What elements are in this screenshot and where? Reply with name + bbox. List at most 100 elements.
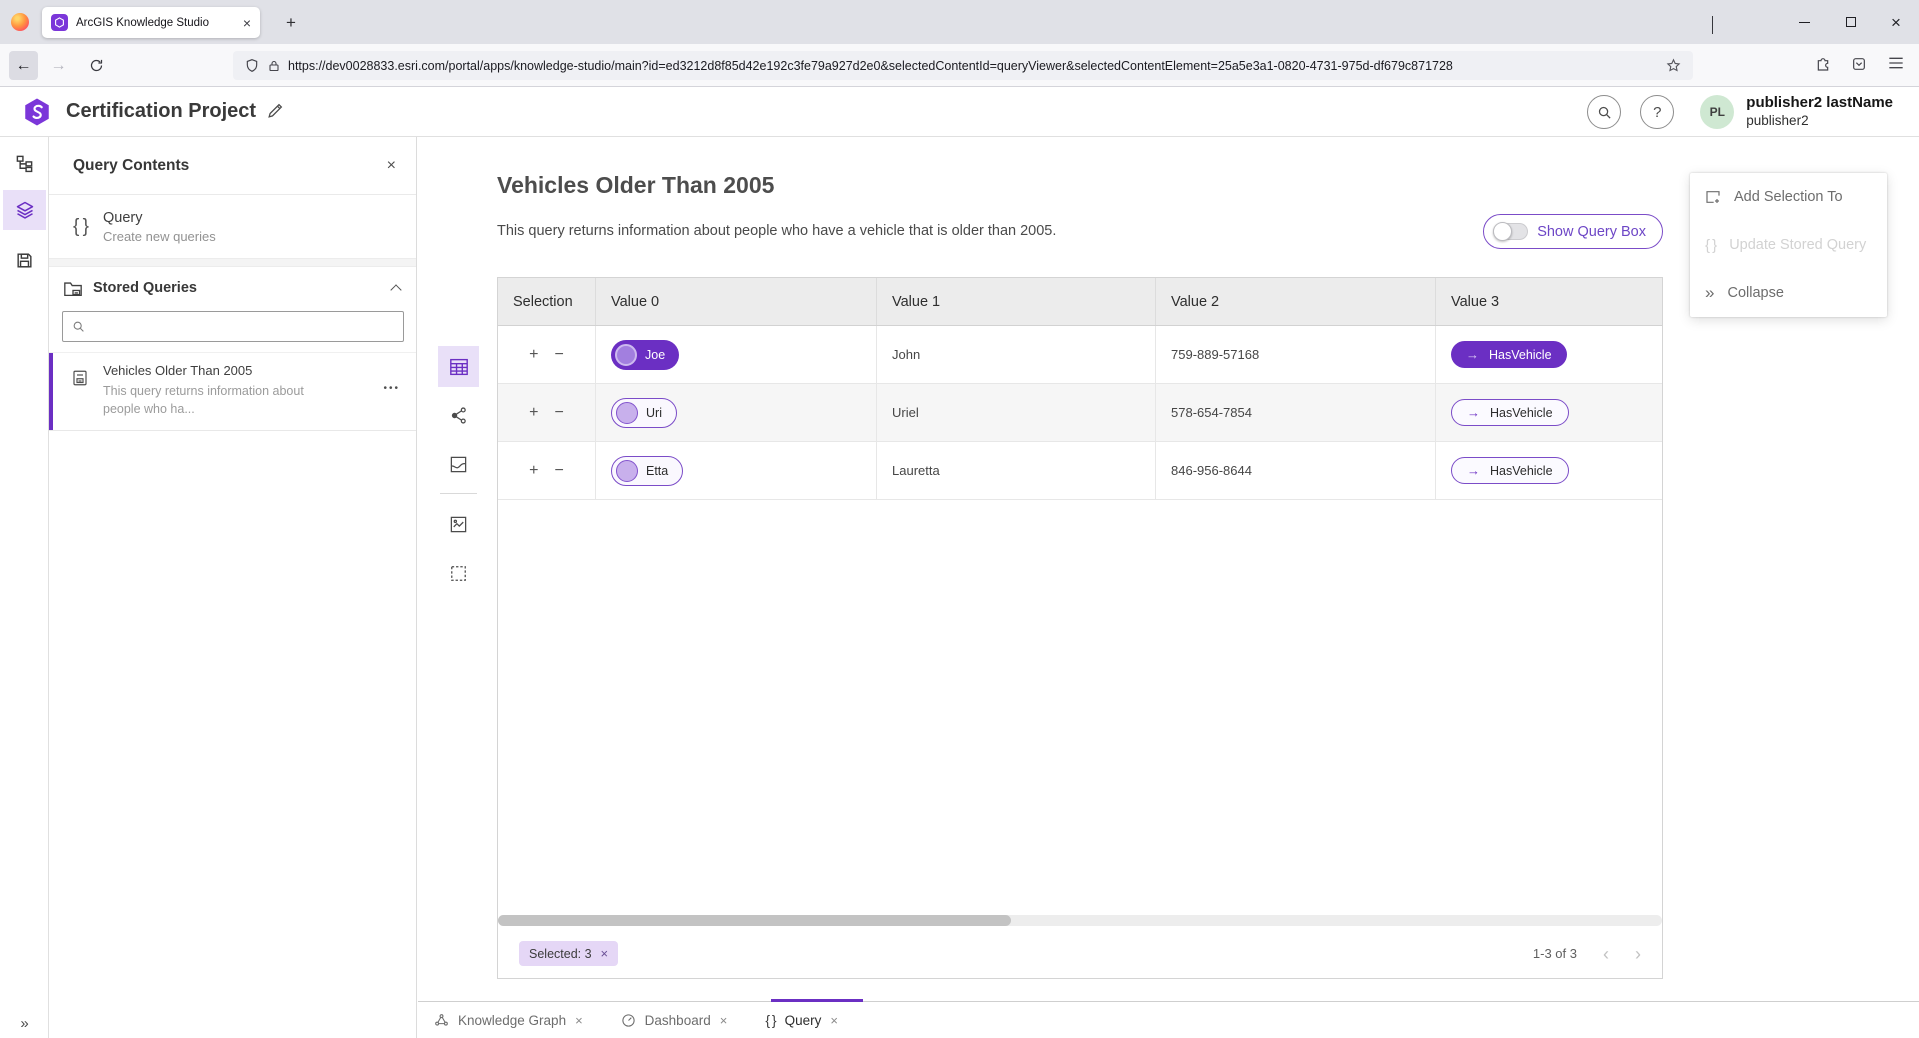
collapse-section-icon[interactable] [390,284,401,295]
tracking-shield-icon[interactable] [245,58,259,73]
horizontal-scrollbar[interactable] [498,915,1662,926]
column-header[interactable]: Selection [498,278,596,325]
relationship-label: HasVehicle [1490,464,1553,478]
entity-pill[interactable]: Joe [611,340,679,370]
save-to-pocket-icon[interactable] [1851,56,1867,72]
menu-item-collapse[interactable]: » Collapse [1690,269,1887,317]
user-name: publisher2 lastName [1746,94,1893,113]
edit-title-icon[interactable] [266,101,285,120]
selected-count-chip[interactable]: Selected: 3 × [519,941,618,966]
table-view-icon[interactable] [438,346,479,387]
previous-page-icon[interactable]: ‹ [1603,945,1609,963]
close-tab-icon[interactable]: × [720,1013,728,1028]
contents-layers-icon[interactable] [3,190,46,230]
selection-tool-icon[interactable] [438,553,479,594]
list-all-tabs-icon[interactable] [1712,16,1713,34]
query-item[interactable]: { } Query Create new queries [49,195,416,258]
relationship-pill[interactable]: → HasVehicle [1451,341,1567,368]
browser-tab[interactable]: ArcGIS Knowledge Studio × [42,7,260,38]
stored-query-doc-icon [71,369,89,418]
window-maximize-button[interactable] [1828,0,1874,44]
header-search-button[interactable] [1587,95,1621,129]
tab-label: Query [785,1013,822,1028]
show-query-box-toggle[interactable]: Show Query Box [1483,214,1663,249]
query-item-subtitle: Create new queries [103,229,216,244]
user-avatar[interactable]: PL [1700,95,1734,129]
back-button[interactable]: ← [9,51,38,80]
knowledge-graph-icon [434,1013,449,1028]
stored-query-options-icon[interactable]: ••• [383,383,400,394]
data-model-icon[interactable] [3,143,46,183]
menu-item-label: Collapse [1727,285,1783,301]
close-tab-icon[interactable]: × [575,1013,583,1028]
remove-from-selection-button[interactable]: − [555,463,564,479]
relationship-pill[interactable]: → HasVehicle [1451,457,1569,484]
menu-item-update-stored-query[interactable]: { } Update Stored Query [1690,221,1887,269]
add-to-selection-button[interactable]: + [529,405,538,421]
column-header[interactable]: Value 2 [1156,278,1436,325]
tab-knowledge-graph[interactable]: Knowledge Graph × [434,1013,583,1028]
cell-phone[interactable]: 578-654-7854 [1156,384,1436,441]
map-view-icon[interactable] [438,444,479,485]
menu-item-add-selection-to[interactable]: Add Selection To [1690,173,1887,221]
reload-button[interactable] [82,51,111,80]
entity-label: Uri [646,406,662,420]
table-footer: Selected: 3 × 1-3 of 3 ‹ › [498,929,1662,978]
tab-dashboard[interactable]: Dashboard × [621,1013,728,1028]
panel-close-icon[interactable]: × [387,157,396,175]
tab-label: Dashboard [645,1013,711,1028]
close-tab-icon[interactable]: × [830,1013,838,1028]
entity-pill[interactable]: Uri [611,398,677,428]
entity-avatar [616,402,638,424]
window-minimize-button[interactable] [1781,0,1827,44]
remove-from-selection-button[interactable]: − [555,405,564,421]
url-text[interactable]: https://dev0028833.esri.com/portal/apps/… [288,59,1656,73]
stored-queries-header[interactable]: Stored Queries [49,267,416,309]
tab-query[interactable]: { } Query × [765,1012,838,1028]
window-close-button[interactable]: × [1873,0,1919,44]
column-header[interactable]: Value 0 [596,278,877,325]
add-to-selection-button[interactable]: + [529,347,538,363]
next-page-icon[interactable]: › [1635,945,1641,963]
expand-rail-icon[interactable]: » [0,1015,49,1032]
stored-queries-search[interactable] [62,311,404,342]
column-header[interactable]: Value 3 [1436,278,1662,325]
scrollbar-thumb[interactable] [498,915,1011,926]
lock-icon[interactable] [268,59,280,73]
relationship-pill[interactable]: → HasVehicle [1451,399,1569,426]
remove-from-selection-button[interactable]: − [555,347,564,363]
cell-phone[interactable]: 759-889-57168 [1156,326,1436,383]
firefox-icon[interactable] [11,13,29,31]
help-button[interactable]: ? [1640,95,1674,129]
link-chart-view-icon[interactable] [438,395,479,436]
imagery-view-icon[interactable] [438,504,479,545]
add-to-selection-button[interactable]: + [529,463,538,479]
clear-selection-icon[interactable]: × [601,946,609,961]
column-header[interactable]: Value 1 [877,278,1156,325]
extensions-icon[interactable] [1815,56,1831,72]
bookmark-star-icon[interactable] [1666,58,1681,73]
forward-button[interactable]: → [44,51,73,80]
entity-pill[interactable]: Etta [611,456,683,486]
menu-item-label: Update Stored Query [1729,237,1866,253]
arcgis-favicon-icon [51,14,68,31]
cell-name[interactable]: John [877,326,1156,383]
stored-query-description: This query returns information about peo… [103,382,311,418]
user-info[interactable]: publisher2 lastName publisher2 [1746,94,1893,130]
search-input[interactable] [93,319,394,334]
cell-name[interactable]: Lauretta [877,442,1156,499]
entity-avatar [615,344,637,366]
stored-query-item[interactable]: Vehicles Older Than 2005 This query retu… [49,352,416,431]
relationship-label: HasVehicle [1489,348,1552,362]
app-menu-icon[interactable] [1888,56,1904,70]
toolbar-divider [440,493,477,494]
url-bar[interactable]: https://dev0028833.esri.com/portal/apps/… [233,51,1693,80]
tab-close-icon[interactable]: × [243,15,251,31]
project-title: Certification Project [66,100,256,123]
braces-icon: { } [1705,237,1716,254]
toggle-track[interactable] [1493,223,1528,240]
save-icon[interactable] [3,240,46,280]
cell-phone[interactable]: 846-956-8644 [1156,442,1436,499]
cell-name[interactable]: Uriel [877,384,1156,441]
new-tab-button[interactable]: + [278,10,304,36]
